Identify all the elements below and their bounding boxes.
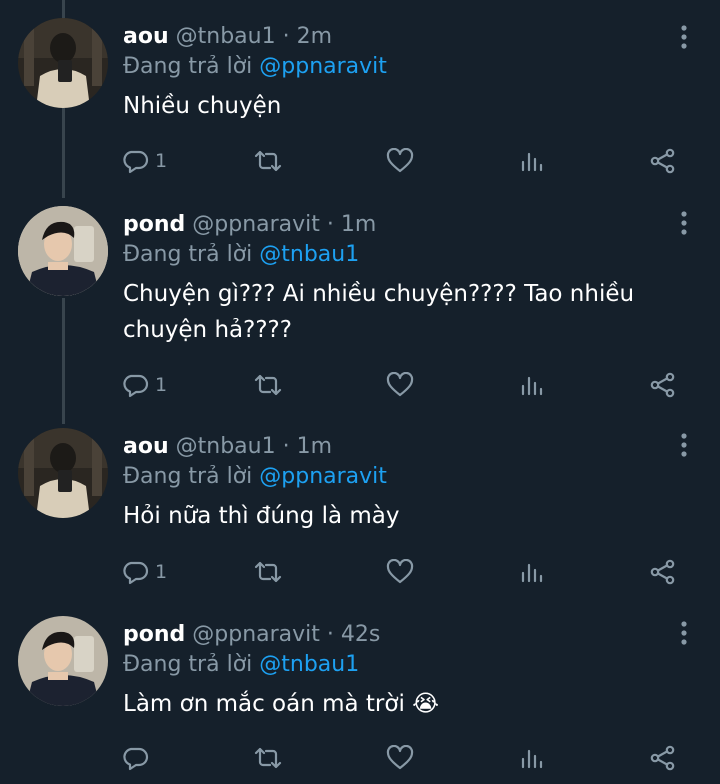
views-icon bbox=[521, 152, 543, 172]
reply-to-mention[interactable]: @ppnaravit bbox=[259, 464, 387, 489]
replying-to-label: Đang trả lời bbox=[123, 464, 253, 489]
display-name[interactable]: aou bbox=[123, 24, 169, 49]
views-icon bbox=[521, 749, 543, 769]
share-icon bbox=[650, 372, 675, 398]
share-button[interactable] bbox=[649, 557, 677, 587]
retweet-button[interactable] bbox=[253, 146, 283, 176]
views-icon bbox=[521, 376, 543, 396]
retweet-icon bbox=[254, 374, 282, 396]
action-bar bbox=[123, 743, 683, 773]
like-button[interactable] bbox=[386, 743, 414, 773]
separator-dot: · bbox=[282, 434, 290, 459]
tweet-text: Hỏi nữa thì đúng là mày bbox=[123, 503, 400, 529]
retweet-button[interactable] bbox=[253, 743, 283, 773]
reply-icon bbox=[123, 374, 149, 398]
action-bar: 1 bbox=[123, 370, 683, 400]
share-button[interactable] bbox=[649, 146, 677, 176]
reply-count: 1 bbox=[155, 561, 168, 583]
reply-button[interactable]: 1 bbox=[123, 557, 167, 587]
user-handle[interactable]: @tnbau1 bbox=[176, 24, 276, 49]
views-icon bbox=[521, 563, 543, 583]
avatar[interactable] bbox=[18, 18, 108, 108]
action-bar: 1 bbox=[123, 557, 683, 587]
reply-to-mention[interactable]: @tnbau1 bbox=[259, 242, 359, 267]
reply-icon bbox=[123, 747, 149, 771]
reply-icon bbox=[123, 150, 149, 174]
views-button[interactable] bbox=[519, 370, 545, 400]
display-name[interactable]: pond bbox=[123, 622, 185, 647]
user-handle[interactable]: @ppnaravit bbox=[192, 622, 320, 647]
display-name[interactable]: aou bbox=[123, 434, 169, 459]
retweet-button[interactable] bbox=[253, 557, 283, 587]
replying-to-label: Đang trả lời bbox=[123, 652, 253, 677]
retweet-icon bbox=[254, 561, 282, 583]
share-icon bbox=[650, 745, 675, 771]
views-button[interactable] bbox=[519, 743, 545, 773]
tweet[interactable]: aou @tnbau1 · 1m Đang trả lời @ppnaravit… bbox=[0, 424, 720, 614]
separator-dot: · bbox=[282, 24, 290, 49]
reply-to-mention[interactable]: @tnbau1 bbox=[259, 652, 359, 677]
more-options-icon[interactable] bbox=[678, 432, 690, 458]
like-icon bbox=[386, 148, 414, 173]
views-button[interactable] bbox=[519, 146, 545, 176]
tweet-text: Chuyện gì??? Ai nhiều chuyện???? Tao nhi… bbox=[123, 281, 635, 343]
tweet[interactable]: aou @tnbau1 · 2m Đang trả lời @ppnaravit… bbox=[0, 0, 720, 198]
like-button[interactable] bbox=[386, 370, 414, 400]
share-button[interactable] bbox=[649, 370, 677, 400]
more-options-icon[interactable] bbox=[678, 620, 690, 646]
action-bar: 1 bbox=[123, 146, 683, 176]
reply-count: 1 bbox=[155, 150, 168, 172]
reply-icon bbox=[123, 561, 149, 585]
share-icon bbox=[650, 148, 675, 174]
avatar[interactable] bbox=[18, 206, 108, 296]
retweet-icon bbox=[254, 747, 282, 769]
like-icon bbox=[386, 745, 414, 770]
tweet-text: Nhiều chuyện bbox=[123, 93, 282, 119]
separator-dot: · bbox=[326, 212, 334, 237]
retweet-button[interactable] bbox=[253, 370, 283, 400]
reply-button[interactable]: 1 bbox=[123, 146, 167, 176]
like-button[interactable] bbox=[386, 557, 414, 587]
like-icon bbox=[386, 372, 414, 397]
more-options-icon[interactable] bbox=[678, 24, 690, 50]
views-button[interactable] bbox=[519, 557, 545, 587]
user-handle[interactable]: @tnbau1 bbox=[176, 434, 276, 459]
reply-to-mention[interactable]: @ppnaravit bbox=[259, 54, 387, 79]
share-icon bbox=[650, 559, 675, 585]
retweet-icon bbox=[254, 150, 282, 172]
more-options-icon[interactable] bbox=[678, 210, 690, 236]
tweet[interactable]: pond @ppnaravit · 1m Đang trả lời @tnbau… bbox=[0, 198, 720, 424]
reply-button[interactable] bbox=[123, 743, 155, 773]
avatar[interactable] bbox=[18, 428, 108, 518]
timestamp[interactable]: 42s bbox=[341, 622, 380, 647]
replying-to-label: Đang trả lời bbox=[123, 54, 253, 79]
timestamp[interactable]: 1m bbox=[341, 212, 376, 237]
reply-button[interactable]: 1 bbox=[123, 370, 167, 400]
tweet[interactable]: pond @ppnaravit · 42s Đang trả lời @tnba… bbox=[0, 614, 720, 784]
user-handle[interactable]: @ppnaravit bbox=[192, 212, 320, 237]
separator-dot: · bbox=[326, 622, 334, 647]
timestamp[interactable]: 1m bbox=[297, 434, 332, 459]
share-button[interactable] bbox=[649, 743, 677, 773]
like-icon bbox=[386, 559, 414, 584]
timestamp[interactable]: 2m bbox=[297, 24, 332, 49]
display-name[interactable]: pond bbox=[123, 212, 185, 237]
tweet-text: Làm ơn mắc oán mà trời 😭 bbox=[123, 691, 440, 717]
replying-to-label: Đang trả lời bbox=[123, 242, 253, 267]
reply-count: 1 bbox=[155, 374, 168, 396]
avatar[interactable] bbox=[18, 616, 108, 706]
like-button[interactable] bbox=[386, 146, 414, 176]
